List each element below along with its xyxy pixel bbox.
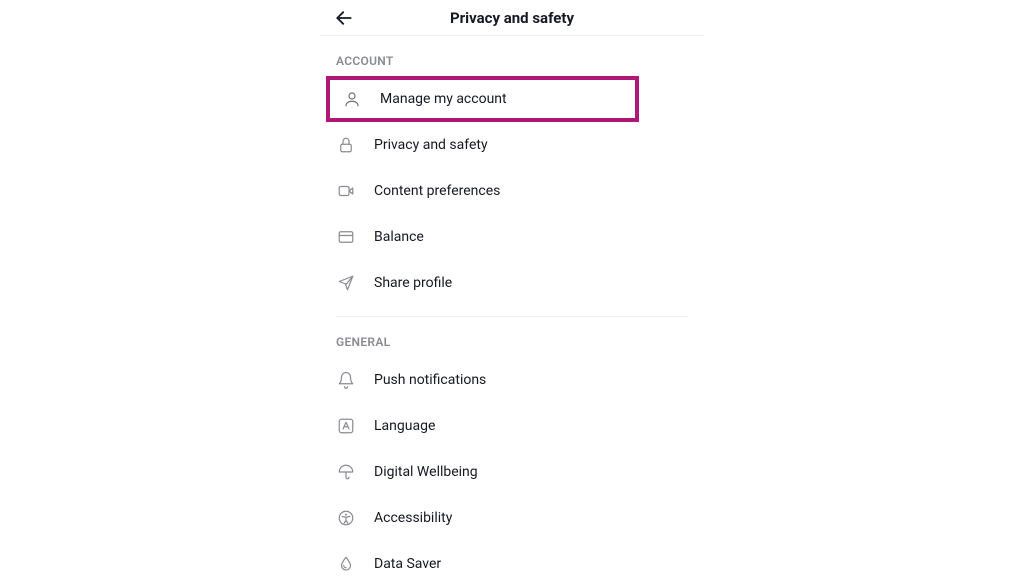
page-title: Privacy and safety: [320, 9, 704, 27]
menu-item-privacy-safety[interactable]: Privacy and safety: [320, 122, 704, 168]
wallet-icon: [336, 227, 356, 247]
menu-item-share-profile[interactable]: Share profile: [320, 260, 704, 306]
menu-item-digital-wellbeing[interactable]: Digital Wellbeing: [320, 449, 704, 495]
menu-label: Digital Wellbeing: [374, 464, 478, 480]
menu-item-language[interactable]: Language: [320, 403, 704, 449]
menu-item-push-notifications[interactable]: Push notifications: [320, 357, 704, 403]
menu-label: Privacy and safety: [374, 137, 488, 153]
menu-label: Push notifications: [374, 372, 486, 388]
section-header-account: ACCOUNT: [320, 36, 704, 76]
menu-label: Accessibility: [374, 510, 452, 526]
droplet-icon: [336, 554, 356, 574]
menu-label: Data Saver: [374, 556, 441, 572]
menu-item-balance[interactable]: Balance: [320, 214, 704, 260]
header: Privacy and safety: [320, 0, 704, 36]
person-icon: [342, 89, 362, 109]
bell-icon: [336, 370, 356, 390]
language-icon: [336, 416, 356, 436]
menu-label: Manage my account: [380, 91, 507, 107]
menu-item-data-saver[interactable]: Data Saver: [320, 541, 704, 587]
settings-container: Privacy and safety ACCOUNT Manage my acc…: [320, 0, 704, 587]
menu-label: Language: [374, 418, 435, 434]
accessibility-icon: [336, 508, 356, 528]
menu-item-accessibility[interactable]: Accessibility: [320, 495, 704, 541]
lock-icon: [336, 135, 356, 155]
menu-item-manage-account[interactable]: Manage my account: [326, 76, 639, 122]
back-button[interactable]: [332, 6, 356, 30]
arrow-left-icon: [334, 8, 354, 28]
menu-item-content-preferences[interactable]: Content preferences: [320, 168, 704, 214]
menu-label: Balance: [374, 229, 424, 245]
video-icon: [336, 181, 356, 201]
menu-label: Content preferences: [374, 183, 500, 199]
share-icon: [336, 273, 356, 293]
umbrella-icon: [336, 462, 356, 482]
menu-label: Share profile: [374, 275, 452, 291]
section-header-general: GENERAL: [320, 317, 704, 357]
